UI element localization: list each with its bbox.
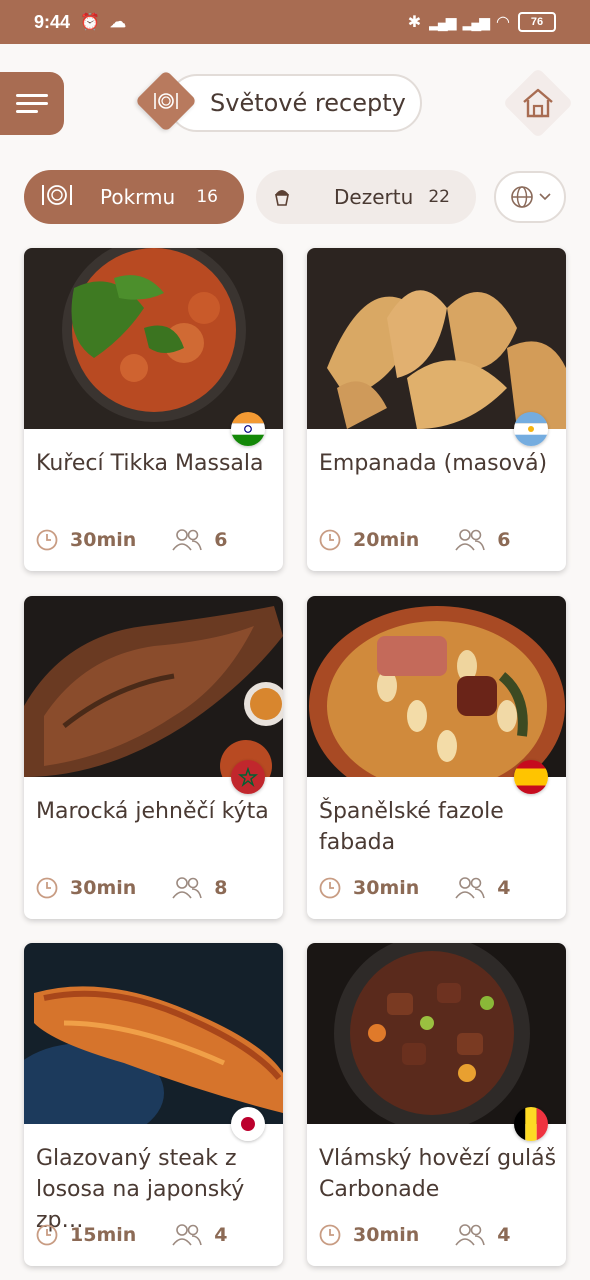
tab-dishes[interactable]: Pokrmu 16 <box>24 170 244 224</box>
tab-desserts-label: Dezertu <box>334 185 414 209</box>
page-title: Světové recepty <box>210 89 406 117</box>
recipe-name: Kuřecí Tikka Massala <box>36 451 264 476</box>
signal-icon: ▂▄▆ <box>429 13 456 30</box>
battery-level: 76 <box>530 16 544 28</box>
servings-icon <box>455 877 486 899</box>
servings-icon <box>455 1224 486 1246</box>
clock-icon <box>36 877 58 899</box>
recipe-servings: 8 <box>214 877 228 899</box>
clock-icon <box>36 1224 58 1246</box>
recipe-name: Vlámský hovězí guláš Carbonade <box>319 1146 557 1202</box>
spain-flag-icon <box>514 760 548 794</box>
cupcake-icon <box>272 183 292 211</box>
recipe-servings: 4 <box>497 1224 511 1246</box>
recipe-servings: 4 <box>497 877 511 899</box>
recipe-time: 15min <box>70 1224 137 1246</box>
recipe-time: 30min <box>353 1224 420 1246</box>
clock-icon <box>36 529 58 551</box>
recipe-meta: 30min 4 <box>319 876 559 900</box>
recipe-card[interactable]: Glazovaný steak z lososa na japonský zp…… <box>24 943 283 1266</box>
recipe-time: 30min <box>70 529 137 551</box>
recipe-photo <box>307 596 566 777</box>
wifi-icon: ◠ <box>496 14 510 31</box>
recipe-time: 20min <box>353 529 420 551</box>
recipe-card[interactable]: Empanada (masová) 20min 6 <box>307 248 566 571</box>
hamburger-icon <box>16 93 48 114</box>
recipe-card[interactable]: Španělské fazole fabada 30min 4 <box>307 596 566 919</box>
recipe-time: 30min <box>353 877 420 899</box>
recipe-photo <box>24 943 283 1124</box>
signal-icon-2: ▂▄▆ <box>462 13 490 30</box>
recipe-name: Španělské fazole fabada <box>319 799 504 855</box>
recipe-name: Marocká jehněčí kýta <box>36 799 269 824</box>
recipe-photo <box>307 943 566 1124</box>
tab-desserts-count: 22 <box>428 187 450 207</box>
recipe-time: 30min <box>70 877 137 899</box>
argentina-flag-icon <box>514 412 548 446</box>
recipe-meta: 30min 6 <box>36 528 276 552</box>
home-icon[interactable] <box>518 83 558 123</box>
recipe-photo <box>307 248 566 429</box>
recipe-card[interactable]: Marocká jehněčí kýta 30min 8 <box>24 596 283 919</box>
bluetooth-icon: ✱ <box>407 14 422 31</box>
clock-icon <box>319 529 341 551</box>
tab-dishes-count: 16 <box>196 187 218 207</box>
servings-icon <box>172 1224 203 1246</box>
clock-icon <box>319 1224 341 1246</box>
status-time: 9:44 <box>34 11 71 32</box>
recipe-servings: 6 <box>497 529 511 551</box>
plate-cutlery-icon <box>144 79 188 123</box>
cloud-icon: ☁ <box>109 14 126 31</box>
servings-icon <box>172 877 203 899</box>
clock-icon <box>319 877 341 899</box>
status-bar: 9:44 ⏰ ☁ ✱ ▂▄▆ ▂▄▆ ◠ 76 <box>0 0 590 44</box>
menu-button[interactable] <box>0 72 64 135</box>
battery-icon: 76 <box>518 12 556 32</box>
recipe-servings: 4 <box>214 1224 228 1246</box>
belgium-flag-icon <box>514 1107 548 1141</box>
globe-icon <box>511 186 533 208</box>
tab-desserts[interactable]: Dezertu 22 <box>256 170 476 224</box>
recipe-meta: 20min 6 <box>319 528 559 552</box>
recipe-photo <box>24 248 283 429</box>
recipe-meta: 15min 4 <box>36 1223 276 1247</box>
recipe-name: Empanada (masová) <box>319 451 548 476</box>
alarm-icon: ⏰ <box>80 14 100 31</box>
title-pill: Světové recepty <box>168 74 422 132</box>
india-flag-icon <box>231 412 265 446</box>
recipe-card[interactable]: Vlámský hovězí guláš Carbonade 30min 4 <box>307 943 566 1266</box>
recipe-card[interactable]: Kuřecí Tikka Massala 30min 6 <box>24 248 283 571</box>
servings-icon <box>455 529 486 551</box>
recipe-servings: 6 <box>214 529 228 551</box>
tab-dishes-label: Pokrmu <box>100 185 176 209</box>
recipe-photo <box>24 596 283 777</box>
servings-icon <box>172 529 203 551</box>
country-filter-button[interactable] <box>494 171 566 223</box>
japan-flag-icon <box>231 1107 265 1141</box>
morocco-flag-icon <box>231 760 265 794</box>
chevron-down-icon <box>539 193 551 201</box>
recipe-meta: 30min 4 <box>319 1223 559 1247</box>
recipe-meta: 30min 8 <box>36 876 276 900</box>
plate-cutlery-icon <box>40 183 74 211</box>
